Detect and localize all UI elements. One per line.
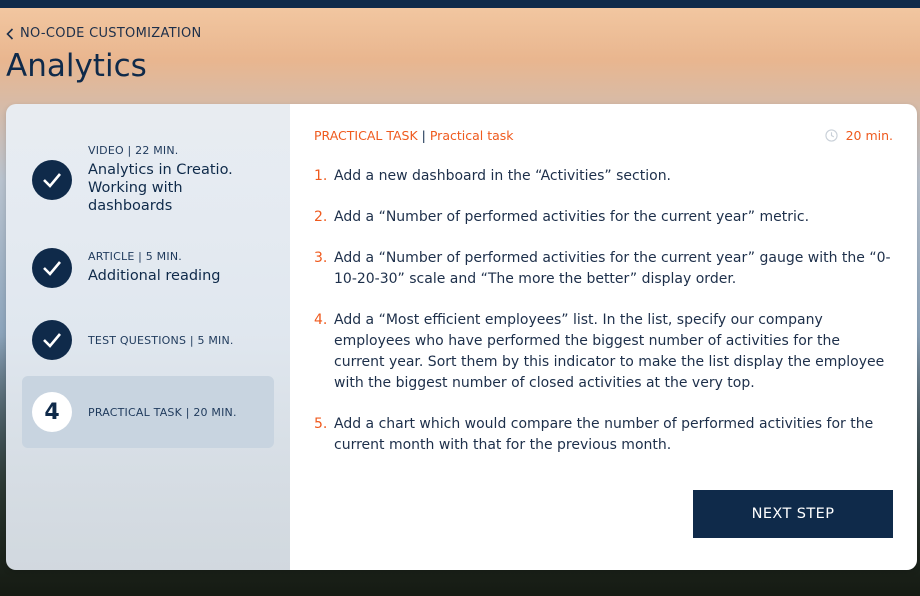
header-separator: |	[421, 128, 426, 143]
chevron-left-icon	[6, 27, 14, 40]
duration-text: 20 min.	[845, 128, 893, 143]
task-item: 3. Add a “Number of performed activities …	[314, 248, 892, 290]
task-item: 2. Add a “Number of performed activities …	[314, 207, 892, 228]
step-practical-task[interactable]: 4 PRACTICAL TASK | 20 MIN.	[22, 376, 274, 448]
step-meta: PRACTICAL TASK | 20 MIN.	[88, 406, 237, 419]
step-name: Additional reading	[88, 268, 221, 284]
task-number: 5.	[314, 416, 328, 432]
completed-badge	[32, 160, 72, 200]
step-article[interactable]: ARTICLE | 5 MIN. Additional reading	[22, 244, 274, 290]
task-number: 2.	[314, 209, 328, 225]
task-item: 4. Add a “Most efficient employees” list.…	[314, 310, 892, 394]
task-content: PRACTICAL TASK | Practical task 20 min. …	[290, 104, 917, 570]
clock-icon	[824, 129, 838, 142]
task-list: 1. Add a new dashboard in the “Activities…	[314, 166, 892, 476]
task-text: Add a “Number of performed activities fo…	[334, 250, 891, 287]
step-number-badge: 4	[32, 392, 72, 432]
task-number: 1.	[314, 168, 328, 184]
next-step-button[interactable]: NEXT STEP	[693, 490, 893, 538]
task-type: PRACTICAL TASK	[314, 128, 418, 143]
check-icon	[43, 333, 61, 348]
step-meta: VIDEO | 22 MIN.	[88, 144, 179, 157]
task-text: Add a new dashboard in the “Activities” …	[334, 168, 672, 184]
check-icon	[43, 173, 61, 188]
step-video[interactable]: VIDEO | 22 MIN. Analytics in Creatio. Wo…	[22, 138, 274, 224]
back-link-label: NO-CODE CUSTOMIZATION	[20, 26, 202, 41]
task-item: 5. Add a chart which would compare the nu…	[314, 414, 892, 456]
top-bar	[0, 0, 920, 8]
task-label: Practical task	[429, 128, 514, 143]
step-meta: TEST QUESTIONS | 5 MIN.	[88, 334, 234, 347]
back-link[interactable]: NO-CODE CUSTOMIZATION	[6, 26, 202, 41]
task-duration: 20 min.	[824, 128, 893, 143]
task-number: 4.	[314, 312, 328, 328]
completed-badge	[32, 320, 72, 360]
step-test-questions[interactable]: TEST QUESTIONS | 5 MIN.	[22, 316, 274, 364]
step-meta: ARTICLE | 5 MIN.	[88, 250, 182, 263]
step-name: Analytics in Creatio. Working with dashb…	[88, 162, 233, 214]
task-text: Add a “Number of performed activities fo…	[334, 209, 810, 225]
lesson-card: VIDEO | 22 MIN. Analytics in Creatio. Wo…	[6, 104, 917, 570]
check-icon	[43, 261, 61, 276]
task-number: 3.	[314, 250, 328, 266]
page-title: Analytics	[6, 48, 147, 84]
task-header: PRACTICAL TASK | Practical task	[314, 128, 514, 143]
task-item: 1. Add a new dashboard in the “Activities…	[314, 166, 892, 187]
task-text: Add a chart which would compare the numb…	[334, 416, 874, 453]
task-text: Add a “Most efficient employees” list. I…	[334, 312, 885, 391]
completed-badge	[32, 248, 72, 288]
steps-sidebar: VIDEO | 22 MIN. Analytics in Creatio. Wo…	[6, 104, 290, 570]
